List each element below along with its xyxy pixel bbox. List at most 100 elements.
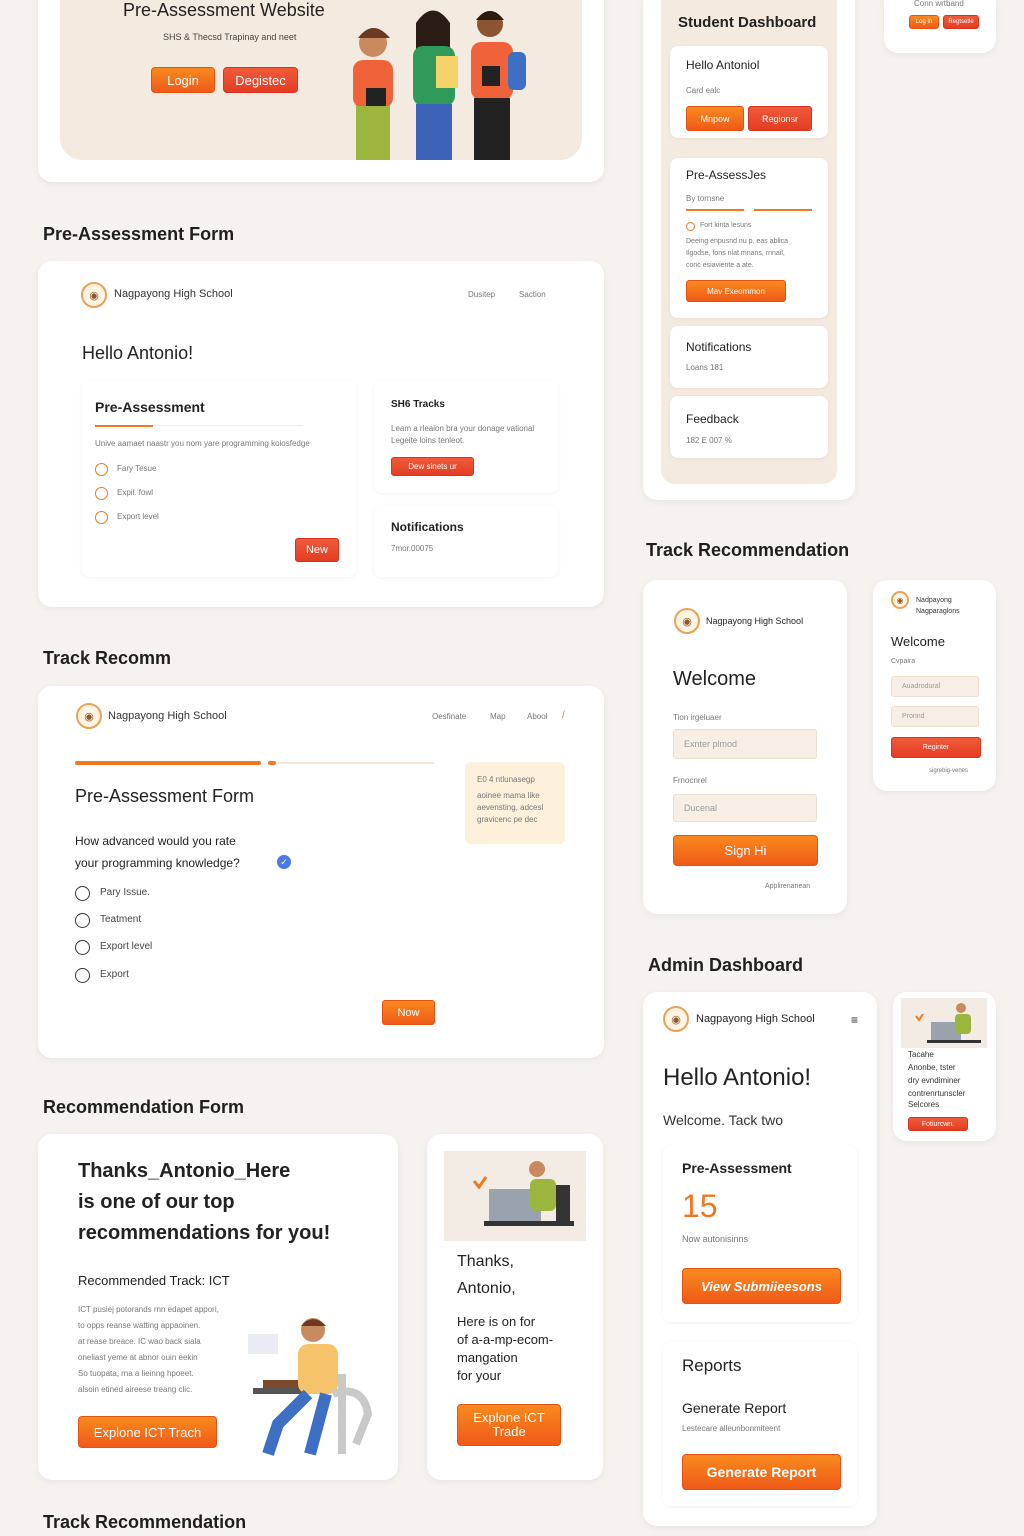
pa-title: Pre-Assessment: [95, 399, 205, 415]
signin-field2-label: Frnocnrel: [673, 776, 707, 785]
form-progress: [75, 761, 261, 765]
section-title-pre-assessment-form: Pre-Assessment Form: [43, 224, 235, 244]
notifications-dashboard-subcard: Notifications Loans 181: [670, 326, 828, 388]
signin-field2-input[interactable]: Ducenal: [673, 794, 817, 822]
admin-mini-illustration: [901, 998, 987, 1048]
notifications-dashboard-text: Loans 181: [686, 363, 724, 372]
pa-dashboard-option: Fort kinta lesuns: [700, 222, 752, 229]
school-logo-icon: ◉: [81, 282, 107, 308]
admin-reports-subcard: Reports Generate Report Lestecare alleun…: [663, 1342, 857, 1506]
laptop-illustration: [444, 1151, 586, 1241]
school-logo-icon: ◉: [674, 608, 700, 634]
nav-link-map[interactable]: Map: [490, 712, 506, 721]
feedback-title: Feedback: [686, 412, 739, 426]
radio-option-2[interactable]: [75, 913, 90, 928]
mini-field2[interactable]: Pronnd: [891, 706, 979, 727]
mini-field1[interactable]: Auadrodural: [891, 676, 979, 697]
generate-report-button[interactable]: Generate Report: [682, 1454, 841, 1490]
nav-link-oesfinate[interactable]: Oesfinate: [432, 712, 466, 721]
section-title-track-recommendation-bottom: Track Recommendation: [43, 1512, 247, 1532]
recommendation-mini-card: Thanks, Antonio, Here is on for of a-a-m…: [427, 1134, 603, 1480]
admin-count: 15: [682, 1188, 718, 1224]
admin-mini-line-2: Anonbe, tster: [908, 1063, 956, 1072]
admin-count-label: Now autonisinns: [682, 1234, 749, 1244]
signin-button[interactable]: Sign Hi: [673, 835, 818, 866]
recommendation-card: Thanks_Antonio_Here is one of our top re…: [38, 1134, 398, 1480]
signin-field1-input[interactable]: Exnter plmod: [673, 729, 817, 759]
pa-dashboard-button[interactable]: Mav Exeommon: [686, 280, 786, 302]
pa-radio-2[interactable]: [95, 487, 108, 500]
mini-welcome: Welcome: [891, 634, 945, 649]
hero-subtitle: SHS & Thecsd Trapinay and neet: [163, 32, 297, 42]
nav-link-abool[interactable]: Abool: [527, 712, 547, 721]
admin-mini-button[interactable]: Fotiurcwn.: [908, 1117, 968, 1131]
hero-card: Pre-Assessment Website SHS & Thecsd Trap…: [38, 0, 604, 182]
option-1: Pary Issue.: [100, 887, 151, 898]
mini-register-button[interactable]: Reginter: [891, 737, 981, 758]
radio-option-3[interactable]: [75, 940, 90, 955]
recommendation-desc-1: ICT pusiej potorands rnn edapet appori,: [78, 1305, 219, 1314]
dashboard-title: Student Dashboard: [678, 14, 817, 31]
section-title-track-recomm: Track Recomm: [43, 648, 172, 668]
signin-link[interactable]: Applirenanean: [765, 883, 810, 890]
admin-pa-subcard: Pre-Assessment 15 Now autonisinns View S…: [663, 1146, 857, 1322]
dashboard-button-1[interactable]: Mnpow: [686, 106, 744, 131]
pa-progress: [95, 425, 153, 427]
pa-dashboard-bar-1: [686, 209, 744, 211]
nav-link-saction[interactable]: Saction: [519, 290, 546, 299]
login-button[interactable]: Login: [151, 67, 215, 93]
pa-subcard: Pre-Assessment Unive aamaet naastr you n…: [82, 381, 356, 577]
nav-link-dusitep[interactable]: Dusitep: [468, 290, 495, 299]
recommendation-desc-3: at rease breace. IC wao back siala: [78, 1337, 201, 1346]
recommendation-heading-3: recommendations for you!: [78, 1222, 331, 1244]
question-line-1: How advanced would you rate: [75, 834, 236, 848]
note-text: aoinee mama like aevensting, adcesl grav…: [477, 791, 544, 824]
menu-icon[interactable]: ≡: [851, 1013, 858, 1027]
register-button[interactable]: Degistec: [223, 67, 298, 93]
recommendation-heading-1: Thanks_Antonio_Here: [78, 1160, 291, 1182]
mini-register-button[interactable]: Regtsetle: [943, 15, 979, 29]
pa-dashboard-subcard: Pre-AssessJes By tornsne Fort kinta lesu…: [670, 158, 828, 318]
pa-dashboard-bar-2: [754, 209, 812, 211]
admin-welcome: Welcome. Tack two: [663, 1112, 784, 1128]
radio-option-4[interactable]: [75, 968, 90, 983]
school-name: Nagpayong High School: [108, 710, 227, 722]
tracks-button[interactable]: Dew sinets ur: [391, 457, 474, 476]
school-logo-icon: ◉: [663, 1006, 689, 1032]
mini-link[interactable]: sigrebig-venes: [929, 768, 968, 774]
card-label: Card ealc: [686, 86, 721, 95]
student-dashboard-card: Student Dashboard Hello Antoniol Card ea…: [643, 0, 855, 500]
student-desk-illustration: [248, 1318, 373, 1456]
option-4: Export: [100, 969, 129, 980]
admin-card: ◉ Nagpayong High School ≡ Hello Antonio!…: [643, 992, 877, 1526]
pa-dashboard-radio[interactable]: [686, 222, 695, 231]
pa-radio-3[interactable]: [95, 511, 108, 524]
students-illustration: [353, 10, 526, 160]
school-name: Nagpayong High School: [114, 288, 233, 300]
feedback-text: 182 E 007 %: [686, 436, 732, 445]
pa-question: Unive aamaet naastr you nom yare program…: [95, 439, 310, 448]
form-next-button[interactable]: Now: [382, 1000, 435, 1025]
school-logo-icon: ◉: [76, 703, 102, 729]
pa-progress-track: [153, 425, 303, 426]
nav-edit-icon[interactable]: /: [562, 710, 565, 721]
pa-dashboard-title: Pre-AssessJes: [686, 168, 767, 182]
signin-welcome: Welcome: [673, 668, 756, 690]
feedback-subcard: Feedback 182 E 007 %: [670, 396, 828, 458]
explore-ict-button[interactable]: Explone ICT Trach: [78, 1416, 217, 1448]
tracks-subcard: SH6 Tracks Leam a rleaion bra your donag…: [374, 381, 558, 493]
mini-school-2: Nagparaglons: [916, 608, 960, 615]
recommendation-heading-2: is one of our top: [78, 1191, 235, 1213]
dashboard-button-2[interactable]: Regionsr: [748, 106, 812, 131]
pa-next-button[interactable]: New: [295, 538, 339, 562]
pa-dashboard-sub: By tornsne: [686, 194, 725, 203]
mini-login-button[interactable]: Log in: [909, 15, 939, 29]
radio-option-1[interactable]: [75, 886, 90, 901]
admin-mini-line-1: Tacahe: [908, 1050, 934, 1059]
pa-option-3: Export level: [117, 512, 159, 521]
pa-radio-1[interactable]: [95, 463, 108, 476]
explore-ict-trade-button[interactable]: Explone ICT Trade: [457, 1404, 561, 1446]
view-submissions-button[interactable]: View Submiieesons: [682, 1268, 841, 1304]
section-title-track-recommendation: Track Recommendation: [646, 540, 850, 560]
mini-name: Antonio,: [457, 1280, 516, 1297]
